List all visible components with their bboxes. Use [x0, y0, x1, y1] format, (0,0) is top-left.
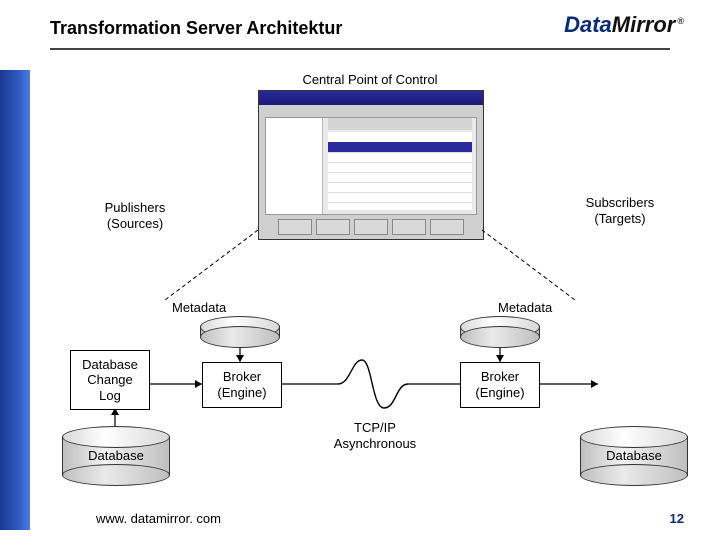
- broker-right-line2: (Engine): [475, 385, 524, 401]
- dialog-button: [430, 219, 464, 235]
- divider: [50, 48, 670, 50]
- tcpip-line1: TCP/IP: [354, 420, 396, 435]
- dialog-button: [354, 219, 388, 235]
- dialog-button: [316, 219, 350, 235]
- logo-text-primary: Data: [564, 12, 612, 37]
- broker-left-line1: Broker: [223, 369, 261, 385]
- caption-metadata-left: Metadata: [172, 300, 252, 316]
- publishers-line2: (Sources): [107, 216, 163, 231]
- window-buttons: [265, 219, 477, 235]
- change-log-line2: Change: [87, 372, 133, 388]
- dialog-button: [278, 219, 312, 235]
- grid-panel: [328, 132, 472, 210]
- box-broker-left: Broker (Engine): [202, 362, 282, 408]
- subscribers-line1: Subscribers: [586, 195, 655, 210]
- page-title: Transformation Server Architektur: [50, 18, 342, 39]
- window-pane: [265, 117, 477, 215]
- publishers-line1: Publishers: [105, 200, 166, 215]
- registered-icon: ®: [677, 16, 684, 26]
- caption-central-control: Central Point of Control: [300, 72, 440, 88]
- control-screenshot: [258, 90, 484, 240]
- change-log-line3: Log: [99, 388, 121, 404]
- label-database-right: Database: [590, 448, 678, 464]
- broker-left-line2: (Engine): [217, 385, 266, 401]
- broker-right-line1: Broker: [481, 369, 519, 385]
- page-number: 12: [670, 511, 684, 526]
- caption-subscribers: Subscribers (Targets): [570, 195, 670, 228]
- footer-url: www. datamirror. com: [96, 511, 221, 526]
- sidebar-decoration: [0, 70, 30, 530]
- metadata-store-left-icon: [200, 316, 280, 348]
- box-change-log: Database Change Log: [70, 350, 150, 410]
- subscribers-line2: (Targets): [594, 211, 645, 226]
- list-panel: [266, 118, 323, 214]
- window-titlebar: [259, 91, 483, 105]
- dialog-button: [392, 219, 426, 235]
- table-row: [328, 192, 472, 203]
- logo: DataMirror®: [564, 12, 684, 38]
- label-database-left: Database: [72, 448, 160, 464]
- header: Transformation Server Architektur DataMi…: [0, 18, 720, 60]
- caption-tcpip: TCP/IP Asynchronous: [320, 420, 430, 453]
- slide: Transformation Server Architektur DataMi…: [0, 0, 720, 540]
- grid-header: [328, 118, 472, 130]
- logo-text-secondary: Mirror: [612, 12, 676, 37]
- box-broker-right: Broker (Engine): [460, 362, 540, 408]
- caption-publishers: Publishers (Sources): [90, 200, 180, 233]
- caption-metadata-right: Metadata: [498, 300, 578, 316]
- metadata-store-right-icon: [460, 316, 540, 348]
- change-log-line1: Database: [82, 357, 138, 373]
- tcpip-line2: Asynchronous: [334, 436, 416, 451]
